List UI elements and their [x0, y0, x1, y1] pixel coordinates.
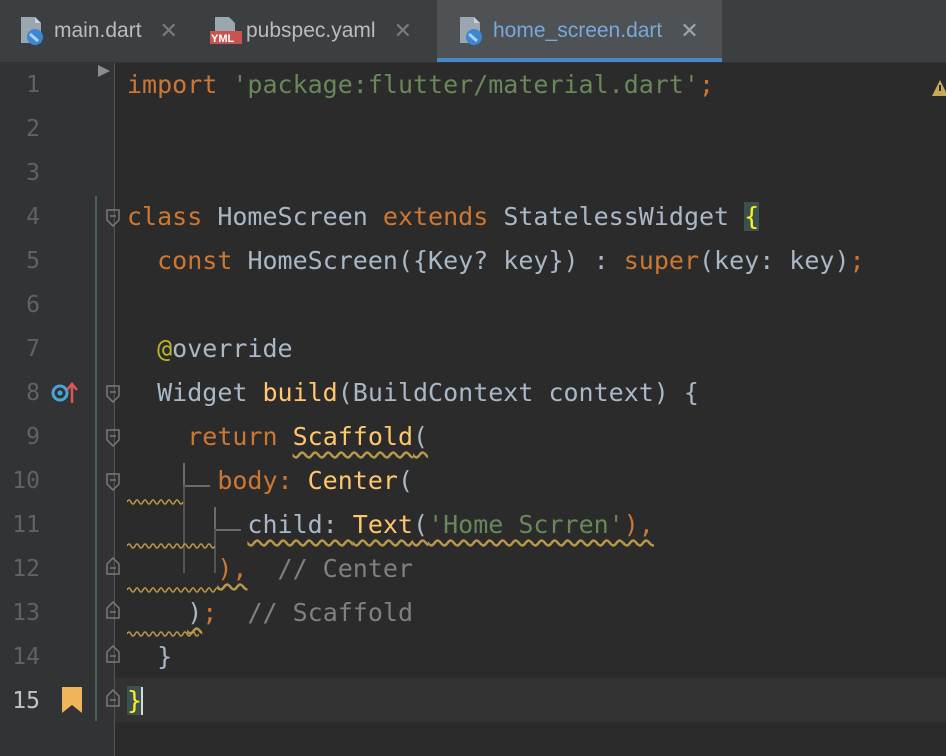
- fold-guide-line: [95, 196, 97, 721]
- code-line-1[interactable]: import 'package:flutter/material.dart';: [127, 63, 714, 107]
- svg-text:YML: YML: [211, 33, 235, 45]
- collapse-imports-icon[interactable]: [96, 63, 112, 83]
- dart-file-icon: [457, 15, 485, 47]
- tab-main-dart[interactable]: main.dart ✕: [18, 0, 178, 62]
- tab-label: pubspec.yaml: [246, 19, 376, 42]
- line-number: 7: [26, 336, 40, 362]
- tab-label: main.dart: [54, 19, 142, 42]
- tab-pubspec-yaml[interactable]: YML pubspec.yaml ✕: [210, 0, 412, 62]
- code-line-9[interactable]: return Scaffold(: [127, 415, 428, 459]
- line-number: 8: [26, 380, 40, 406]
- code-line-10[interactable]: body: Center(: [127, 459, 413, 503]
- line-number: 1: [26, 72, 40, 98]
- line-number: 14: [12, 644, 40, 670]
- line-number: 11: [12, 512, 40, 538]
- fold-marker-icon[interactable]: [106, 429, 120, 447]
- bookmark-icon[interactable]: [62, 687, 82, 717]
- close-icon[interactable]: ✕: [160, 18, 178, 44]
- line-number: 5: [26, 248, 40, 274]
- code-line-14[interactable]: }: [127, 635, 172, 679]
- line-number: 3: [26, 160, 40, 186]
- code-line-4[interactable]: class HomeScreen extends StatelessWidget…: [127, 195, 760, 239]
- line-number: 6: [26, 292, 40, 318]
- warning-icon[interactable]: [930, 79, 946, 101]
- line-number: 13: [12, 600, 40, 626]
- line-number: 15: [12, 688, 40, 714]
- yaml-file-icon: YML: [210, 15, 242, 47]
- fold-marker-icon[interactable]: [106, 385, 120, 403]
- line-number: 10: [12, 468, 40, 494]
- fold-end-marker-icon[interactable]: [106, 557, 120, 575]
- code-editor[interactable]: 1 2 3 4 5 6 7 8 9 10 11 12 13 14 15 impo…: [0, 63, 946, 756]
- code-line-11[interactable]: child: Text('Home Scrren'),: [127, 503, 653, 547]
- code-line-8[interactable]: Widget build(BuildContext context) {: [127, 371, 699, 415]
- line-number: 2: [26, 116, 40, 142]
- text-caret: [141, 687, 143, 715]
- line-number: 9: [26, 424, 40, 450]
- fold-end-marker-icon[interactable]: [106, 601, 120, 619]
- editor-tab-bar: main.dart ✕ YML pubspec.yaml ✕ home_scre…: [0, 0, 946, 63]
- line-number: 4: [26, 204, 40, 230]
- close-icon[interactable]: ✕: [680, 18, 698, 44]
- tab-label: home_screen.dart: [493, 19, 663, 42]
- override-marker-icon[interactable]: [50, 381, 80, 409]
- code-line-13[interactable]: ); // Scaffold: [127, 591, 413, 635]
- fold-end-marker-icon[interactable]: [106, 645, 120, 663]
- code-line-12[interactable]: ), // Center: [127, 547, 413, 591]
- fold-marker-icon[interactable]: [106, 209, 120, 227]
- line-number: 12: [12, 556, 40, 582]
- code-line-7[interactable]: @override: [127, 327, 292, 371]
- current-line-highlight: [115, 678, 946, 722]
- code-line-15[interactable]: }: [127, 679, 143, 723]
- tab-home-screen-dart[interactable]: home_screen.dart ✕: [437, 0, 722, 62]
- fold-end-marker-icon[interactable]: [106, 689, 120, 707]
- fold-marker-icon[interactable]: [106, 473, 120, 491]
- code-line-5[interactable]: const HomeScreen({Key? key}) : super(key…: [127, 239, 864, 283]
- dart-file-icon: [18, 15, 46, 47]
- close-icon[interactable]: ✕: [394, 18, 412, 44]
